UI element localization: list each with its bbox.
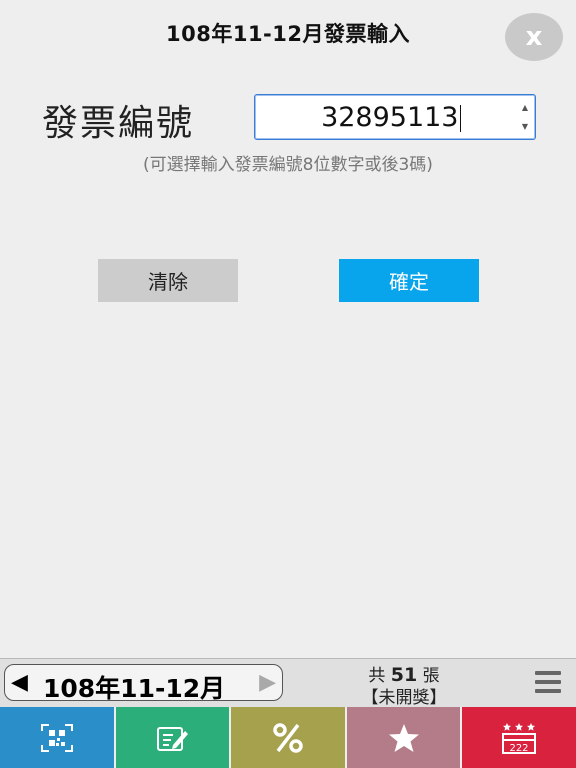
svg-text:222: 222 — [510, 743, 529, 754]
tab-scan[interactable] — [0, 707, 114, 768]
qr-scan-icon — [40, 723, 73, 752]
tab-statistics[interactable] — [229, 707, 345, 768]
draw-status: 【未開獎】 — [361, 688, 447, 708]
period-label: 108年11-12月 — [43, 674, 226, 703]
invoice-number-input[interactable]: 32895113 ▲ ▼ — [254, 94, 536, 140]
period-selector: ◀ 108年11-12月 ▶ — [4, 664, 283, 703]
input-hint: (可選擇輸入發票編號8位數字或後3碼) — [143, 155, 433, 175]
invoice-number-label: 發票編號 — [42, 103, 195, 144]
menu-icon[interactable] — [535, 671, 561, 693]
tab-lottery[interactable]: 222 — [460, 707, 576, 768]
close-button[interactable]: x — [505, 13, 563, 61]
page-title: 108年11-12月發票輸入 — [166, 22, 410, 46]
stepper-up-icon[interactable]: ▲ — [522, 103, 528, 112]
lottery-icon: 222 — [502, 722, 537, 754]
percent-icon — [273, 722, 303, 753]
edit-icon — [157, 726, 189, 751]
tab-favorites[interactable] — [344, 707, 461, 768]
clear-button[interactable]: 清除 — [98, 259, 238, 302]
tab-bar: 222 — [0, 707, 576, 768]
stepper-down-icon[interactable]: ▼ — [522, 122, 528, 131]
prev-period-icon[interactable]: ◀ — [11, 670, 28, 695]
invoice-number-value: 32895113 — [321, 102, 459, 133]
close-icon: x — [525, 22, 543, 52]
next-period-icon[interactable]: ▶ — [259, 670, 276, 695]
tab-manual-input[interactable] — [113, 707, 230, 768]
number-stepper[interactable]: ▲ ▼ — [519, 103, 531, 131]
star-icon — [388, 723, 419, 752]
confirm-button[interactable]: 確定 — [339, 259, 479, 302]
